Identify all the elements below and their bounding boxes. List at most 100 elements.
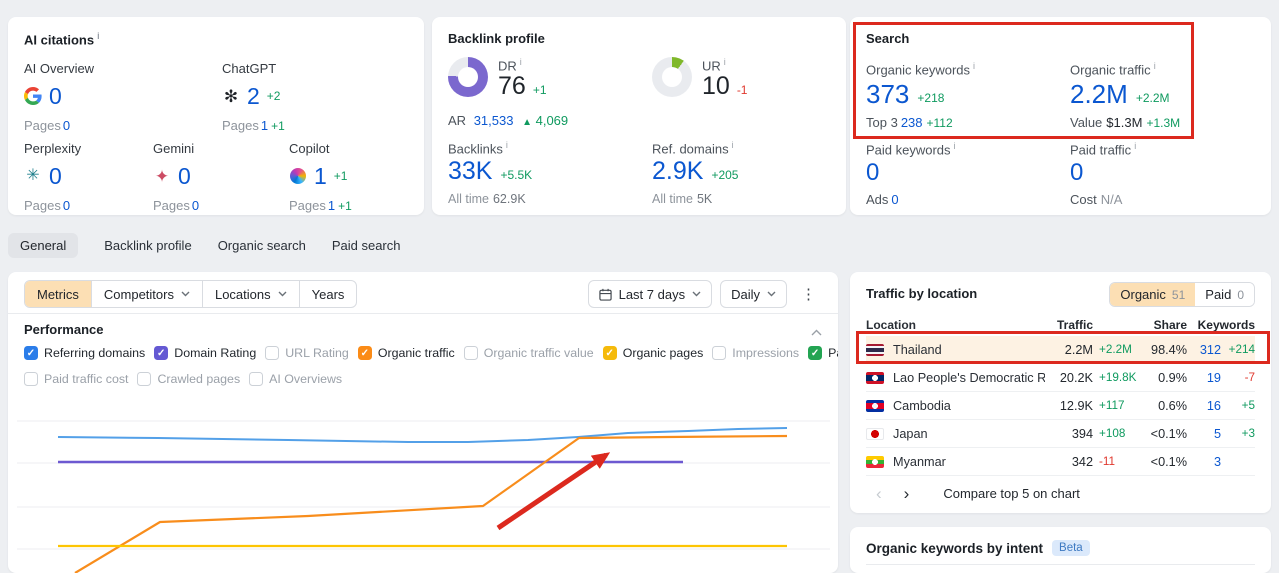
ref-domains-value-link[interactable]: 2.9K xyxy=(652,157,703,186)
table-row-cambodia[interactable]: Cambodia 12.9K +117 0.6% 16 +5 xyxy=(866,392,1255,420)
annotation-red-arrow xyxy=(496,452,611,531)
divider xyxy=(866,564,1255,565)
ads-row: Ads 0 xyxy=(866,192,899,207)
organic-paid-toggle: Organic 51 Paid 0 xyxy=(1109,282,1255,307)
checkbox-url-rating[interactable]: URL Rating xyxy=(265,346,349,360)
backlinks-alltime: All time 62.9K xyxy=(448,192,526,206)
performance-line-chart[interactable] xyxy=(8,400,838,573)
pages-count-link[interactable]: 1 xyxy=(328,198,335,213)
gemini-value[interactable]: 0 xyxy=(178,163,191,190)
organic-keywords-value-link[interactable]: 373 xyxy=(866,79,909,110)
checkbox-icon xyxy=(808,346,823,360)
pages-count-link[interactable]: 1 xyxy=(261,118,268,133)
metrics-button[interactable]: Metrics xyxy=(25,281,91,307)
ref-domains-alltime: All time 5K xyxy=(652,192,713,206)
divider xyxy=(8,313,838,314)
info-icon[interactable]: i xyxy=(954,141,956,151)
cost-row: Cost N/A xyxy=(1070,192,1123,207)
performance-title: Performance xyxy=(24,322,104,337)
keywords-count-link[interactable]: 3 xyxy=(1187,455,1221,469)
ai-item-gemini: Gemini ✦ 0 Pages 0 xyxy=(153,141,293,213)
tab-general[interactable]: General xyxy=(8,232,79,258)
more-options-kebab-icon[interactable]: ⋮ xyxy=(795,285,822,303)
info-icon[interactable]: i xyxy=(973,61,975,71)
tab-paid-search[interactable]: Paid search xyxy=(332,238,401,253)
line-referring-domains xyxy=(57,427,788,443)
checkbox-organic-traffic-value[interactable]: Organic traffic value xyxy=(463,346,594,360)
checkbox-referring-domains[interactable]: Referring domains xyxy=(24,346,145,360)
checkbox-domain-rating[interactable]: Domain Rating xyxy=(154,346,256,360)
info-icon[interactable]: i xyxy=(732,140,734,150)
organic-toggle-button[interactable]: Organic 51 xyxy=(1110,283,1196,306)
previous-page-icon[interactable]: ‹ xyxy=(876,485,882,502)
top3-row: Top 3 238 +112 xyxy=(866,115,953,130)
locations-dropdown[interactable]: Locations xyxy=(201,281,299,307)
keywords-count-link[interactable]: 19 xyxy=(1187,371,1221,385)
info-icon[interactable]: i xyxy=(506,140,508,150)
perplexity-icon: ✳ xyxy=(26,167,40,184)
backlink-profile-card: Backlink profile DR i 76 +1 UR i 10 -1 AR 31… xyxy=(432,17,846,215)
top3-value-link[interactable]: 238 xyxy=(901,115,923,130)
info-icon[interactable]: i xyxy=(1154,61,1156,71)
table-row-thailand[interactable]: Thailand 2.2M +2.2M 98.4% 312 +214 xyxy=(866,336,1255,364)
ar-value-link[interactable]: 31,533 xyxy=(474,113,514,128)
ads-value-link[interactable]: 0 xyxy=(891,192,898,207)
location-table-footer: ‹ › Compare top 5 on chart xyxy=(866,478,1255,508)
checkbox-organic-pages[interactable]: Organic pages xyxy=(602,346,703,360)
info-icon[interactable]: i xyxy=(97,31,100,41)
backlinks-label: Backlinks xyxy=(448,141,503,157)
keywords-count-link[interactable]: 16 xyxy=(1187,399,1221,413)
checkbox-paid-traffic[interactable]: Paid traffic xyxy=(808,346,838,360)
date-range-picker[interactable]: Last 7 days xyxy=(587,280,713,308)
checkbox-paid-traffic-cost[interactable]: Paid traffic cost xyxy=(24,372,128,386)
ai-item-perplexity: Perplexity ✳ 0 Pages 0 xyxy=(24,141,164,213)
table-row-japan[interactable]: Japan 394 +108 <0.1% 5 +3 xyxy=(866,420,1255,448)
ai-item-name: Gemini xyxy=(153,141,195,156)
chatgpt-value[interactable]: 2 xyxy=(247,83,260,110)
checkbox-impressions[interactable]: Impressions xyxy=(712,346,799,360)
info-icon[interactable]: i xyxy=(520,57,522,67)
table-row-myanmar[interactable]: Myanmar 342 -11 <0.1% 3 xyxy=(866,448,1255,476)
checkbox-organic-traffic[interactable]: Organic traffic xyxy=(357,346,455,360)
paid-keywords-value-link[interactable]: 0 xyxy=(866,159,879,187)
perplexity-value[interactable]: 0 xyxy=(49,163,62,190)
ai-item-copilot: Copilot 1 +1 Pages 1 +1 xyxy=(289,141,429,213)
ref-domains-label: Ref. domains xyxy=(652,141,729,157)
beta-badge: Beta xyxy=(1052,540,1090,556)
granularity-dropdown[interactable]: Daily xyxy=(720,280,787,308)
paid-toggle-button[interactable]: Paid 0 xyxy=(1195,283,1254,306)
pages-count-link[interactable]: 0 xyxy=(192,198,199,213)
checkbox-ai-overviews[interactable]: AI Overviews xyxy=(249,372,342,386)
ur-donut-chart xyxy=(652,57,692,97)
checkbox-crawled-pages[interactable]: Crawled pages xyxy=(137,372,240,386)
cambodia-flag xyxy=(866,399,884,412)
info-icon[interactable]: i xyxy=(724,57,726,67)
info-icon[interactable]: i xyxy=(1134,141,1136,151)
paid-keywords-label: Paid keywords xyxy=(866,142,951,158)
ai-citations-title: AI citations i xyxy=(24,31,100,48)
table-row-laos[interactable]: Lao People's Democratic Reput 20.2K +19.… xyxy=(866,364,1255,392)
next-page-icon[interactable]: › xyxy=(904,485,910,502)
pages-count-link[interactable]: 0 xyxy=(63,118,70,133)
backlinks-value-link[interactable]: 33K xyxy=(448,157,492,186)
organic-traffic-value-link[interactable]: 2.2M xyxy=(1070,79,1128,110)
metric-checkbox-row: Paid traffic cost Crawled pages AI Overv… xyxy=(24,372,828,386)
checkbox-icon xyxy=(24,346,38,360)
collapse-section-button[interactable] xyxy=(811,324,822,339)
tab-backlink-profile[interactable]: Backlink profile xyxy=(104,238,191,253)
checkbox-icon xyxy=(602,346,617,360)
keywords-count-link[interactable]: 5 xyxy=(1187,427,1221,441)
competitors-dropdown[interactable]: Competitors xyxy=(90,281,202,307)
pages-count-link[interactable]: 0 xyxy=(63,198,70,213)
keywords-count-link[interactable]: 312 xyxy=(1187,343,1221,357)
japan-flag xyxy=(866,427,884,440)
paid-traffic-value-link[interactable]: 0 xyxy=(1070,159,1083,187)
ai-overview-value[interactable]: 0 xyxy=(49,83,62,110)
compare-top5-button[interactable]: Compare top 5 on chart xyxy=(943,486,1080,501)
dr-value: 76 xyxy=(498,72,526,100)
copilot-value[interactable]: 1 xyxy=(314,163,327,190)
laos-flag xyxy=(866,371,884,384)
up-triangle-icon: ▲ xyxy=(522,117,532,128)
tab-organic-search[interactable]: Organic search xyxy=(218,238,306,253)
years-button[interactable]: Years xyxy=(298,281,357,307)
